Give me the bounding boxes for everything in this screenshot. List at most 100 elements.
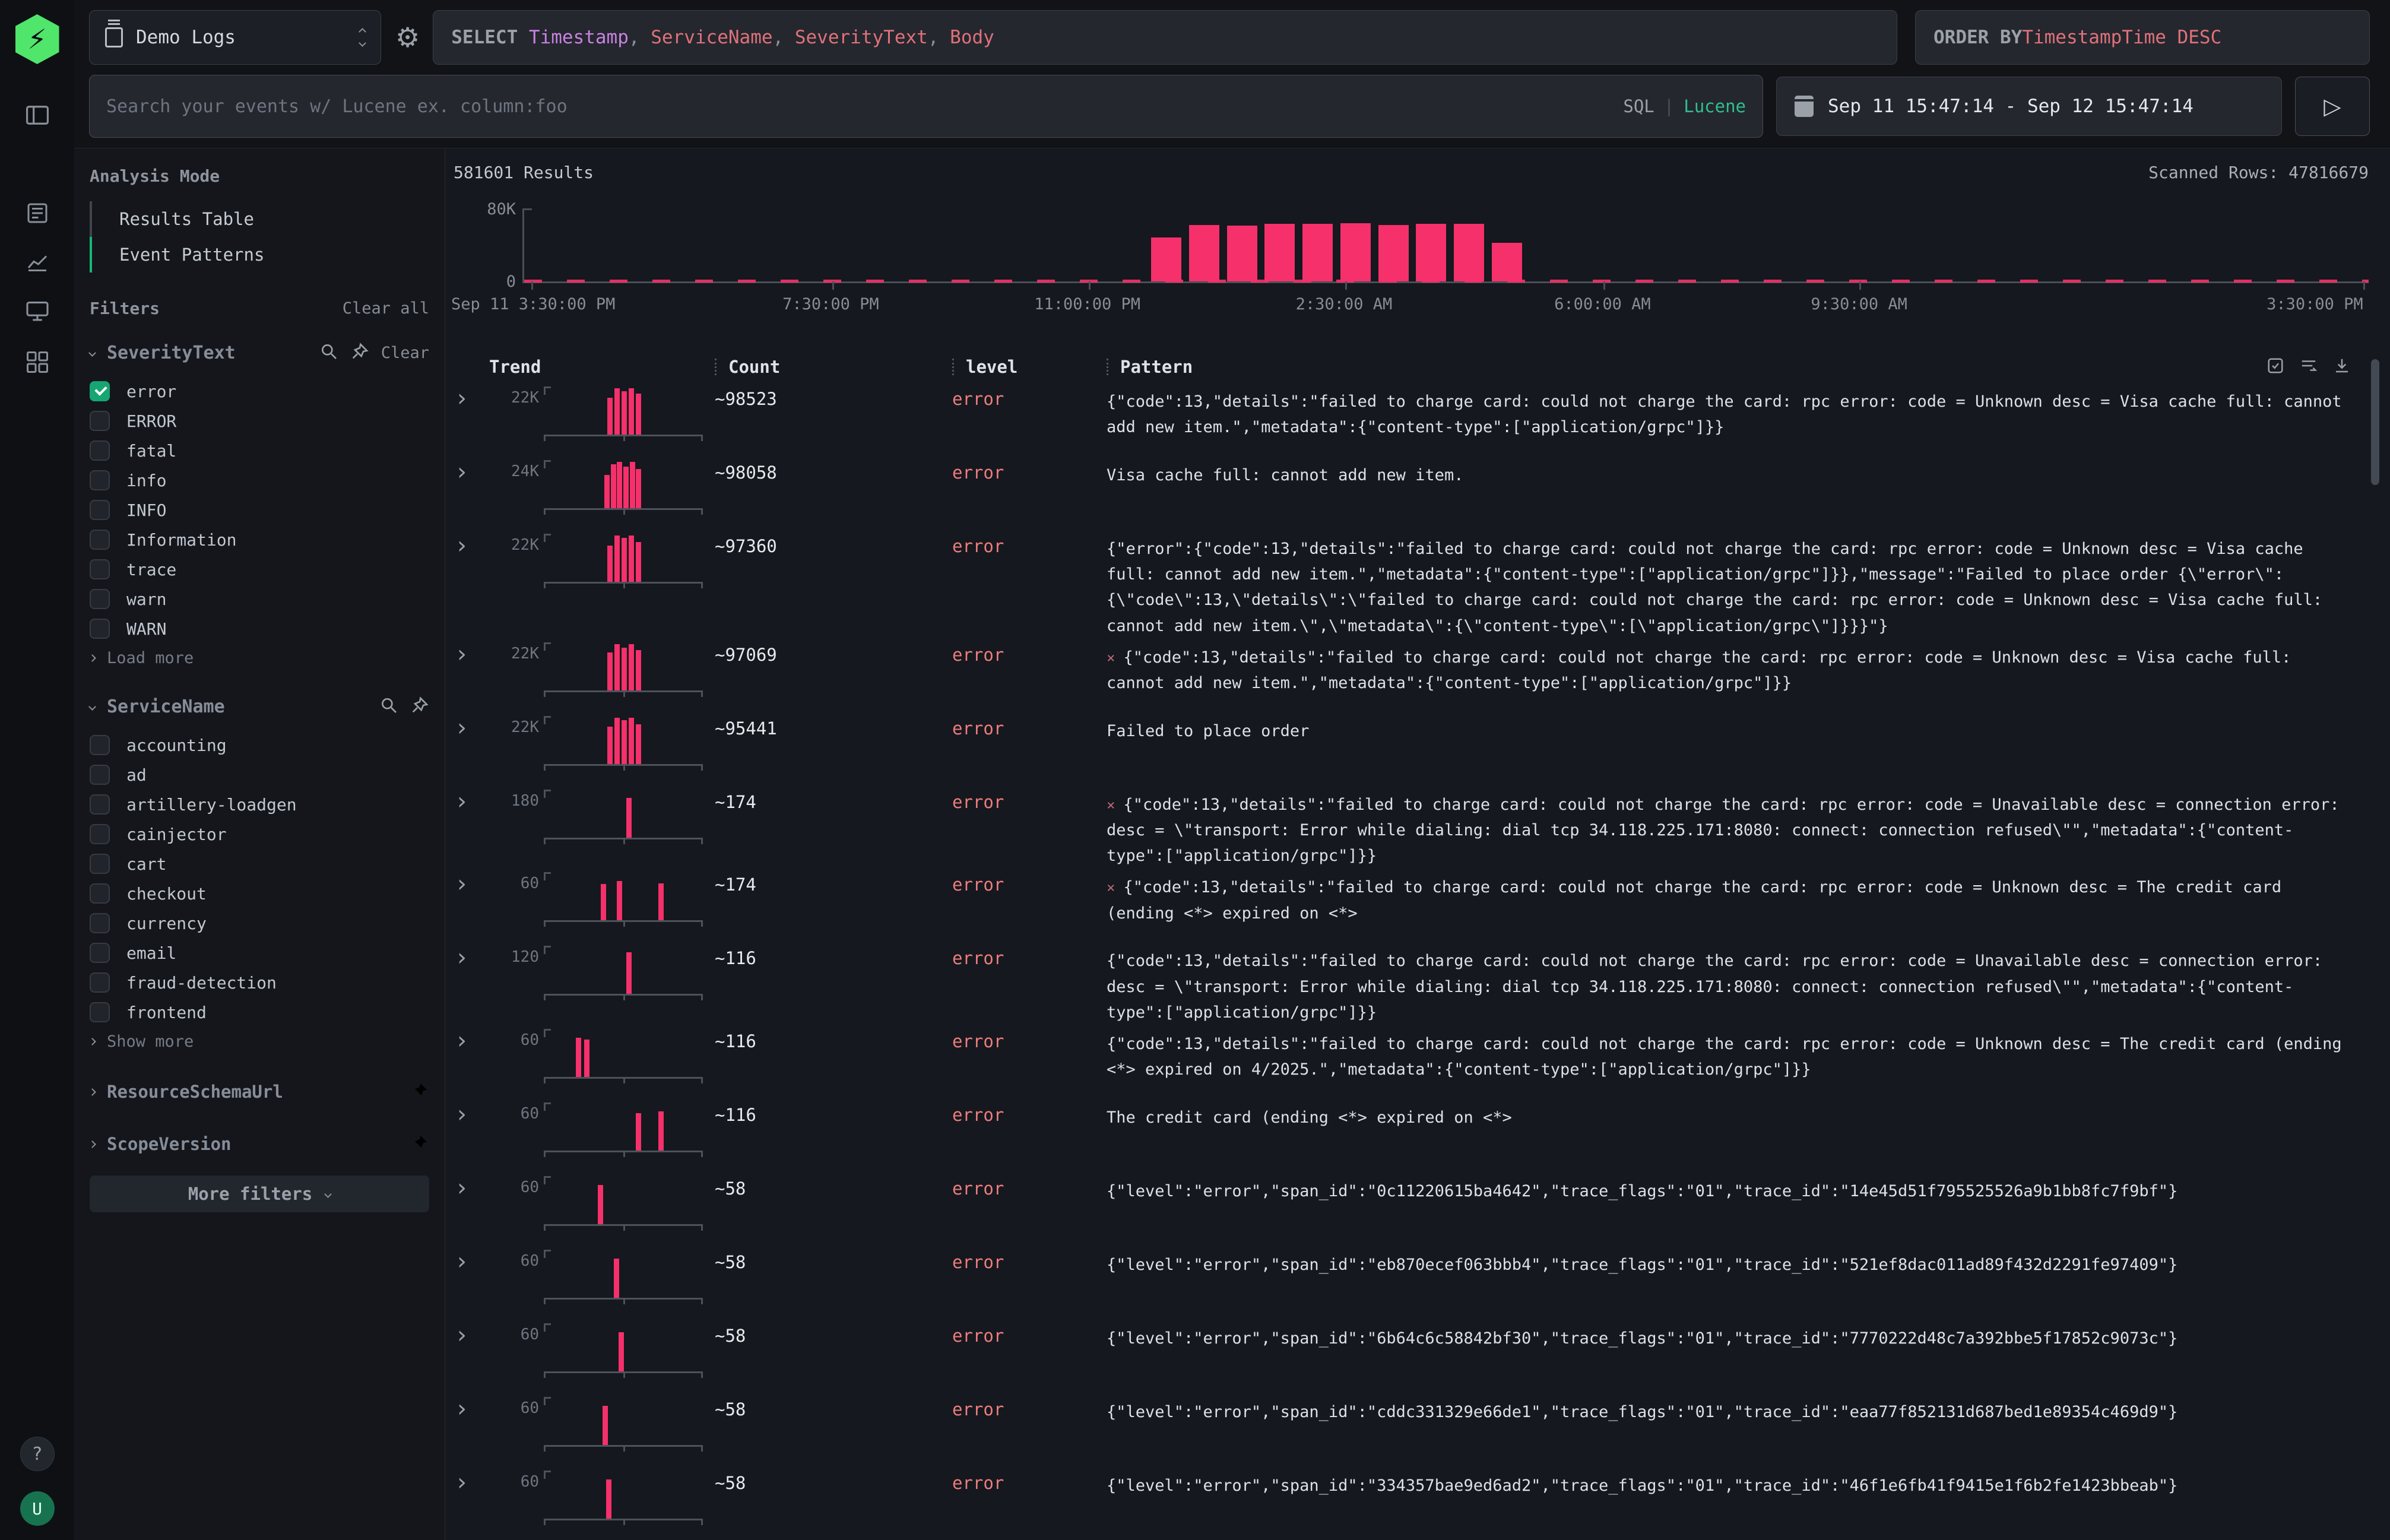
expand-row-icon[interactable]: › bbox=[454, 1320, 489, 1347]
pattern-cell[interactable]: {"level":"error","span_id":"eb870ecef063… bbox=[1107, 1246, 2384, 1278]
histogram-bar[interactable] bbox=[1416, 224, 1446, 281]
filter-option[interactable]: cart bbox=[90, 849, 429, 879]
checkbox[interactable] bbox=[90, 913, 110, 933]
filter-option[interactable]: warn bbox=[90, 584, 429, 614]
search-bar[interactable]: SQL | Lucene bbox=[89, 75, 1763, 138]
checkbox[interactable] bbox=[90, 794, 110, 815]
logs-icon[interactable] bbox=[27, 203, 48, 226]
filter-option[interactable]: ERROR bbox=[90, 406, 429, 436]
checkbox[interactable] bbox=[90, 943, 110, 963]
col-pattern[interactable]: Pattern bbox=[1107, 357, 2384, 377]
pattern-row[interactable]: › 60 ~58 error {"level":"error","span_id… bbox=[454, 1246, 2384, 1320]
filter-option[interactable]: ad bbox=[90, 760, 429, 790]
mode-event-patterns[interactable]: Event Patterns bbox=[90, 237, 429, 272]
pattern-row[interactable]: › 60 ~58 error {"level":"error","span_id… bbox=[454, 1173, 2384, 1246]
pattern-cell[interactable]: ×{"code":13,"details":"failed to charge … bbox=[1107, 869, 2384, 926]
expand-row-icon[interactable]: › bbox=[454, 1173, 489, 1200]
line-wrap-icon[interactable] bbox=[2300, 357, 2318, 377]
pattern-cell[interactable]: {"code":13,"details":"failed to charge c… bbox=[1107, 383, 2384, 440]
pattern-cell[interactable]: {"level":"error","span_id":"334357bae9ed… bbox=[1107, 1467, 2384, 1498]
download-icon[interactable] bbox=[2333, 357, 2351, 377]
more-filters-button[interactable]: More filters bbox=[90, 1175, 429, 1212]
col-level[interactable]: level bbox=[952, 357, 1107, 377]
checkbox[interactable] bbox=[90, 441, 110, 461]
checkbox[interactable] bbox=[90, 735, 110, 755]
pattern-row[interactable]: › 60 ~174 error ×{"code":13,"details":"f… bbox=[454, 869, 2384, 942]
events-histogram[interactable]: 80K 0 bbox=[522, 208, 2369, 283]
checkbox[interactable] bbox=[90, 589, 110, 609]
expand-row-icon[interactable]: › bbox=[454, 639, 489, 666]
checkbox[interactable] bbox=[90, 824, 110, 844]
filter-option[interactable]: INFO bbox=[90, 495, 429, 525]
pattern-row[interactable]: › 22K ~97069 error ×{"code":13,"details"… bbox=[454, 639, 2384, 712]
pattern-row[interactable]: › 24K ~98058 error Visa cache full: cann… bbox=[454, 457, 2384, 530]
query-language-toggle[interactable]: SQL | Lucene bbox=[1623, 96, 1746, 116]
filter-option[interactable]: Information bbox=[90, 525, 429, 554]
histogram-bar[interactable] bbox=[1189, 225, 1219, 281]
search-input[interactable] bbox=[106, 96, 1623, 117]
pin-icon[interactable] bbox=[350, 342, 369, 363]
histogram-bar[interactable] bbox=[1151, 237, 1181, 281]
clear-all-link[interactable]: Clear all bbox=[343, 299, 429, 318]
checkbox[interactable] bbox=[90, 1002, 110, 1022]
source-select[interactable]: Demo Logs bbox=[89, 10, 381, 65]
pattern-cell[interactable]: Visa cache full: cannot add new item. bbox=[1107, 457, 2384, 488]
pin-icon[interactable] bbox=[410, 1133, 429, 1155]
mode-results-table[interactable]: Results Table bbox=[90, 201, 429, 237]
filter-option[interactable]: error bbox=[90, 376, 429, 406]
histogram-bar[interactable] bbox=[1492, 243, 1522, 281]
checkbox[interactable] bbox=[90, 854, 110, 874]
pattern-row[interactable]: › 60 ~116 error {"code":13,"details":"fa… bbox=[454, 1025, 2384, 1099]
service-section-header[interactable]: ServiceName bbox=[90, 690, 429, 723]
expand-row-icon[interactable]: › bbox=[454, 457, 489, 484]
severity-section-header[interactable]: SeverityText Clear bbox=[90, 336, 429, 369]
dashboard-grid-icon[interactable] bbox=[27, 351, 48, 375]
pattern-cell[interactable]: The credit card (ending <*> expired on <… bbox=[1107, 1099, 2384, 1130]
pattern-row[interactable]: › 120 ~116 error {"code":13,"details":"f… bbox=[454, 942, 2384, 1025]
date-range-picker[interactable]: Sep 11 15:47:14 - Sep 12 15:47:14 bbox=[1776, 77, 2282, 136]
search-icon[interactable] bbox=[379, 696, 398, 717]
expand-row-icon[interactable]: › bbox=[454, 712, 489, 740]
pattern-row[interactable]: › 22K ~95441 error Failed to place order bbox=[454, 712, 2384, 786]
settings-gear-icon[interactable]: ⚙ bbox=[395, 21, 420, 53]
pattern-cell[interactable]: {"error":{"code":13,"details":"failed to… bbox=[1107, 530, 2384, 639]
filter-option[interactable]: checkout bbox=[90, 879, 429, 908]
mode-sql[interactable]: SQL bbox=[1623, 96, 1654, 116]
pattern-row[interactable]: › 60 ~58 error {"level":"error","span_id… bbox=[454, 1467, 2384, 1540]
checkbox[interactable] bbox=[90, 530, 110, 550]
select-query-input[interactable]: SELECT Timestamp, ServiceName, SeverityT… bbox=[433, 10, 1897, 65]
app-logo-icon[interactable]: ⚡ bbox=[15, 14, 59, 64]
filter-option[interactable]: email bbox=[90, 938, 429, 968]
expand-row-icon[interactable]: › bbox=[454, 1467, 489, 1494]
pattern-row[interactable]: › 60 ~58 error {"level":"error","span_id… bbox=[454, 1393, 2384, 1467]
expand-row-icon[interactable]: › bbox=[454, 1393, 489, 1421]
pattern-cell[interactable]: {"level":"error","span_id":"0c11220615ba… bbox=[1107, 1173, 2384, 1204]
expand-row-icon[interactable]: › bbox=[454, 530, 489, 557]
checkbox[interactable] bbox=[90, 559, 110, 579]
filter-option[interactable]: artillery-loadgen bbox=[90, 790, 429, 819]
filter-option[interactable]: currency bbox=[90, 908, 429, 938]
pattern-row[interactable]: › 180 ~174 error ×{"code":13,"details":"… bbox=[454, 786, 2384, 869]
pattern-cell[interactable]: ×{"code":13,"details":"failed to charge … bbox=[1107, 786, 2384, 869]
pin-icon[interactable] bbox=[410, 696, 429, 717]
search-icon[interactable] bbox=[319, 342, 338, 363]
pattern-row[interactable]: › 22K ~97360 error {"error":{"code":13,"… bbox=[454, 530, 2384, 639]
filter-option[interactable]: cainjector bbox=[90, 819, 429, 849]
pattern-row[interactable]: › 60 ~116 error The credit card (ending … bbox=[454, 1099, 2384, 1173]
checkbox[interactable] bbox=[90, 619, 110, 639]
scope-version-section[interactable]: ScopeVersion bbox=[90, 1128, 429, 1160]
histogram-bar[interactable] bbox=[1302, 224, 1333, 281]
histogram-bar[interactable] bbox=[1340, 223, 1371, 281]
expand-row-icon[interactable]: › bbox=[454, 1099, 489, 1126]
histogram-bar[interactable] bbox=[1378, 225, 1409, 281]
filter-option[interactable]: info bbox=[90, 465, 429, 495]
checkbox[interactable] bbox=[90, 972, 110, 993]
checkbox[interactable] bbox=[90, 470, 110, 490]
service-show-more[interactable]: Show more bbox=[90, 1027, 429, 1056]
severity-clear-link[interactable]: Clear bbox=[381, 344, 429, 362]
col-trend[interactable]: Trend bbox=[489, 357, 543, 377]
chart-icon[interactable] bbox=[27, 253, 48, 274]
filter-option[interactable]: WARN bbox=[90, 614, 429, 644]
checkbox[interactable] bbox=[90, 500, 110, 520]
expand-row-icon[interactable]: › bbox=[454, 869, 489, 896]
